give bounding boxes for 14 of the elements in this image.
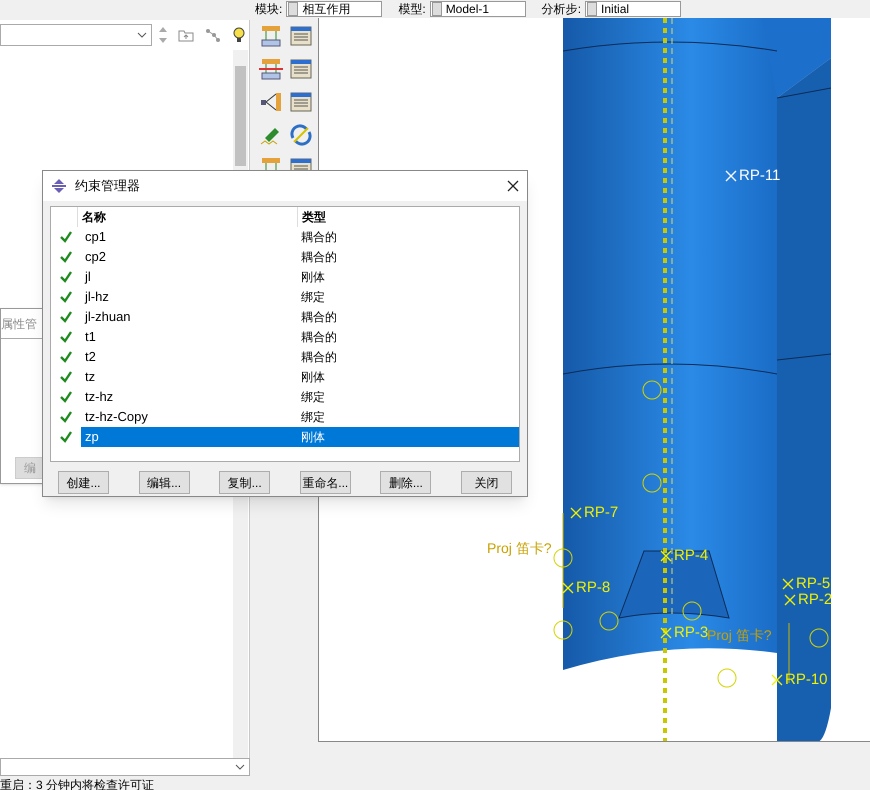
- point-label: Proj 笛卡?: [707, 628, 772, 642]
- point-label: Proj 笛卡?: [487, 541, 552, 555]
- point-label: RP-5: [796, 576, 830, 591]
- point-label: RP-4: [674, 548, 708, 563]
- dialog-title: 约束管理器: [75, 177, 140, 196]
- point-label: RP-10: [785, 672, 828, 687]
- window-title: 属性管: [1, 316, 37, 332]
- point-label: RP-11: [739, 168, 780, 183]
- point-label: RP-8: [576, 580, 610, 595]
- field-label: 模型:: [398, 3, 426, 15]
- point-label: RP-3: [674, 625, 708, 640]
- point-label: RP-7: [584, 505, 618, 520]
- field-label: 分析步:: [542, 3, 582, 15]
- field-label: 模块:: [255, 3, 282, 15]
